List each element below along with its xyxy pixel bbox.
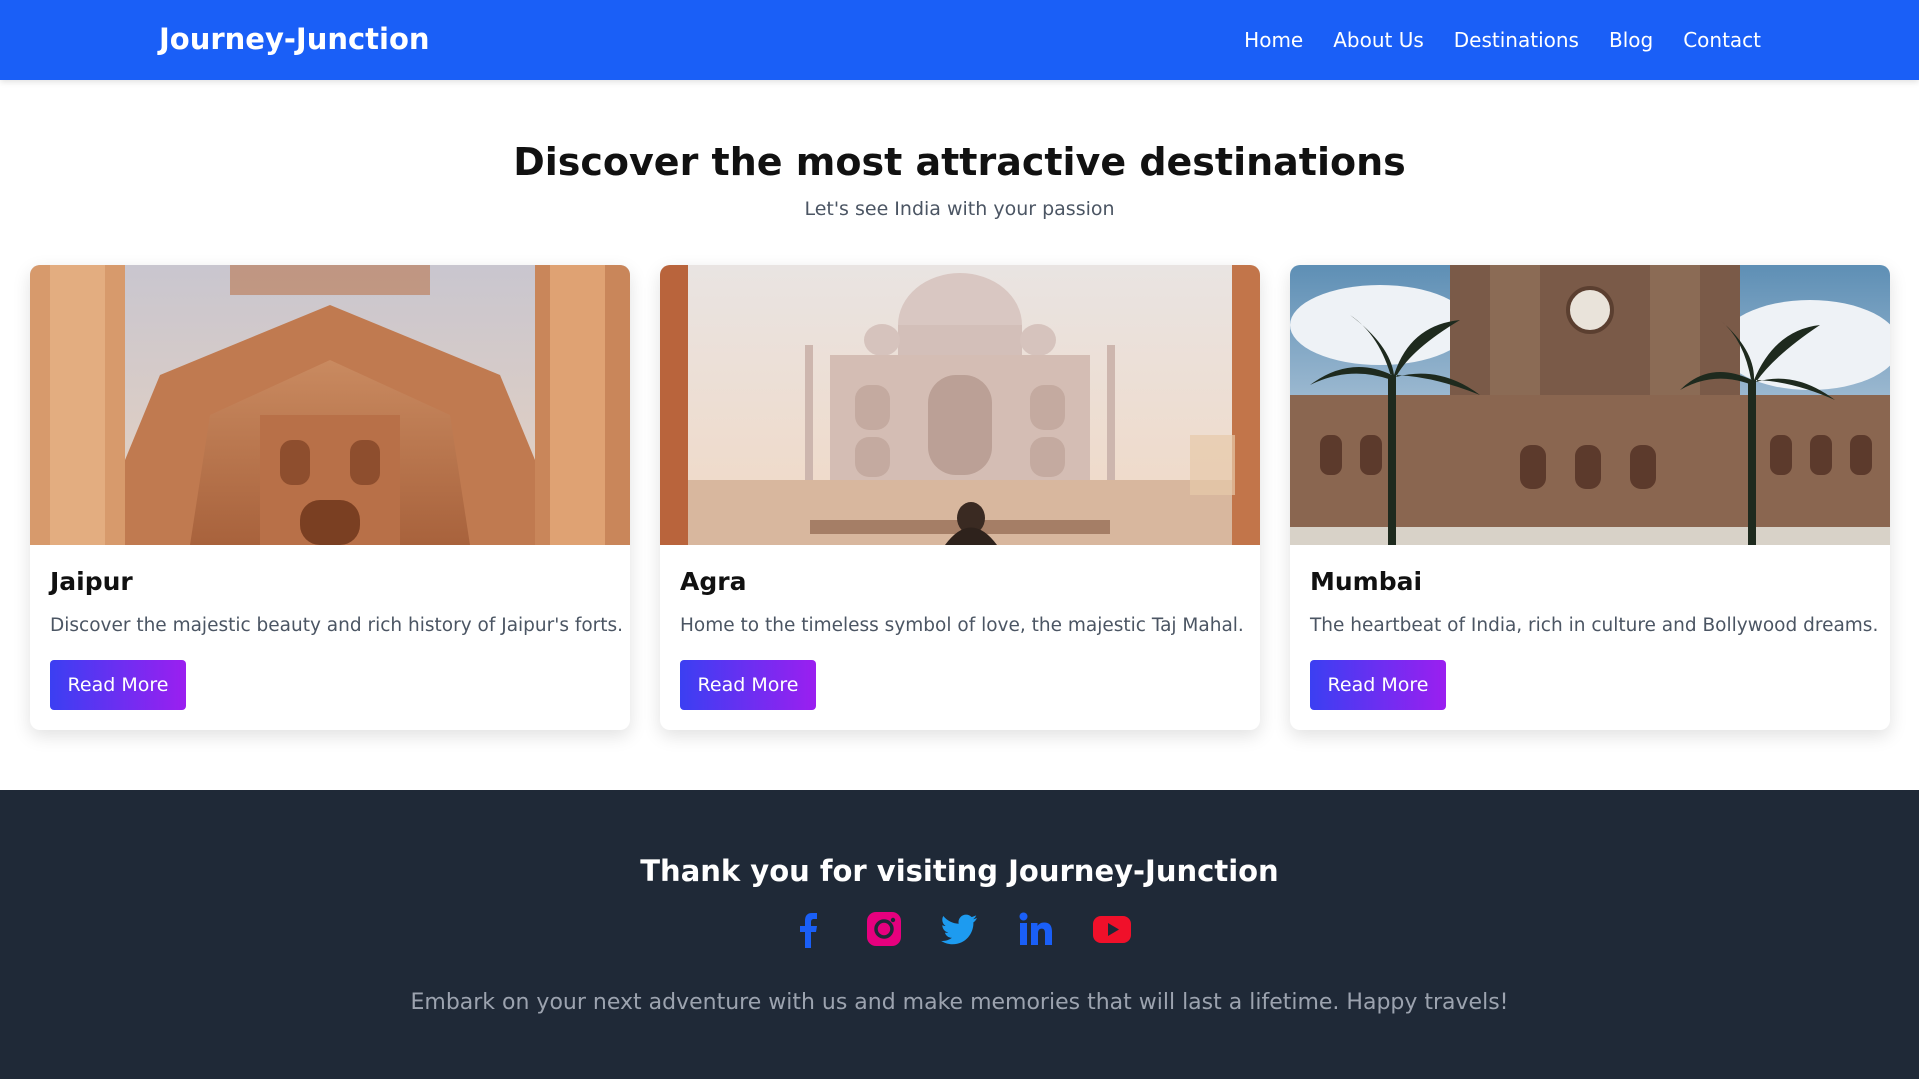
youtube-icon[interactable]	[1092, 910, 1131, 948]
brand-logo[interactable]: Journey-Junction	[159, 22, 430, 56]
agra-image	[660, 265, 1260, 545]
footer-title: Thank you for visiting Journey-Junction	[640, 854, 1279, 888]
navbar: Journey-Junction Home About Us Destinati…	[0, 0, 1919, 80]
linkedin-icon[interactable]	[1017, 910, 1055, 948]
social-links	[0, 910, 1919, 948]
read-more-button[interactable]: Read More	[1310, 660, 1446, 710]
nav-links: Home About Us Destinations Blog Contact	[1244, 0, 1761, 80]
destination-card-agra: Agra Home to the timeless symbol of love…	[660, 265, 1260, 730]
card-description: Home to the timeless symbol of love, the…	[680, 615, 1244, 636]
destination-cards: Jaipur Discover the majestic beauty and …	[30, 265, 1890, 730]
mumbai-image	[1290, 265, 1890, 545]
card-title: Agra	[680, 567, 747, 596]
footer-tagline: Embark on your next adventure with us an…	[410, 990, 1509, 1015]
nav-link-home[interactable]: Home	[1244, 28, 1303, 52]
read-more-button[interactable]: Read More	[50, 660, 186, 710]
card-title: Jaipur	[50, 567, 133, 596]
destination-card-jaipur: Jaipur Discover the majestic beauty and …	[30, 265, 630, 730]
card-description: The heartbeat of India, rich in culture …	[1310, 615, 1879, 636]
nav-link-contact[interactable]: Contact	[1683, 28, 1761, 52]
destination-card-mumbai: Mumbai The heartbeat of India, rich in c…	[1290, 265, 1890, 730]
twitter-icon[interactable]	[940, 910, 979, 948]
jaipur-image	[30, 265, 630, 545]
card-description: Discover the majestic beauty and rich hi…	[50, 615, 624, 636]
nav-link-blog[interactable]: Blog	[1609, 28, 1653, 52]
nav-link-destinations[interactable]: Destinations	[1454, 28, 1579, 52]
read-more-button[interactable]: Read More	[680, 660, 816, 710]
nav-link-about-us[interactable]: About Us	[1333, 28, 1424, 52]
card-title: Mumbai	[1310, 567, 1423, 596]
facebook-icon[interactable]	[789, 910, 827, 948]
instagram-icon[interactable]	[865, 910, 903, 948]
footer: Thank you for visiting Journey-Junction …	[0, 790, 1919, 1079]
page-title: Discover the most attractive destination…	[513, 140, 1406, 184]
page-subtitle: Let's see India with your passion	[804, 198, 1115, 220]
